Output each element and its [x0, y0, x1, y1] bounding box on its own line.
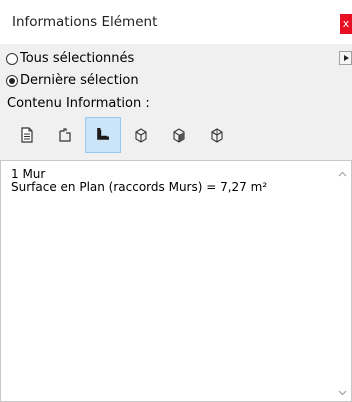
info-toolbar — [9, 117, 237, 153]
radio-all-selected-label: Tous sélectionnés — [20, 51, 135, 66]
document-button[interactable] — [9, 117, 45, 153]
section-label: Contenu Information : — [7, 96, 150, 111]
radio-last-selection-indicator[interactable] — [6, 74, 18, 87]
element-button[interactable] — [47, 117, 83, 153]
scroll-up-arrow-icon[interactable] — [338, 170, 347, 179]
surface-line: Surface en Plan (raccords Murs) = 7,27 m… — [11, 180, 268, 194]
3d-front-icon — [173, 128, 185, 143]
document-icon — [21, 127, 33, 143]
content-info-label: Contenu Information : — [7, 96, 150, 111]
info-content-text: 1 Mur Surface en Plan (raccords Murs) = … — [11, 168, 267, 194]
radio-all-selected-indicator[interactable] — [6, 52, 18, 65]
expand-arrow-button[interactable] — [339, 51, 352, 65]
floor-plan-button[interactable] — [85, 117, 121, 153]
radio-all-selected[interactable]: Tous sélectionnés — [6, 51, 134, 66]
element-icon — [59, 128, 71, 142]
info-content-panel: 1 Mur Surface en Plan (raccords Murs) = … — [0, 160, 352, 402]
3d-back-icon — [211, 128, 223, 143]
3d-box-icon — [135, 128, 147, 143]
radio-last-selection[interactable]: Dernière sélection — [6, 73, 139, 88]
vertical-scrollbar[interactable] — [334, 161, 351, 401]
3d-front-button[interactable] — [161, 117, 197, 153]
scroll-down-arrow-icon[interactable] — [338, 388, 347, 397]
radio-last-selection-label: Dernière sélection — [20, 73, 139, 88]
title-bar: Informations Elément x — [0, 0, 352, 44]
window-title: Informations Elément — [12, 14, 158, 30]
3d-back-button[interactable] — [199, 117, 235, 153]
floor-plan-icon — [97, 128, 109, 140]
3d-box-button[interactable] — [123, 117, 159, 153]
close-button[interactable]: x — [340, 14, 352, 34]
